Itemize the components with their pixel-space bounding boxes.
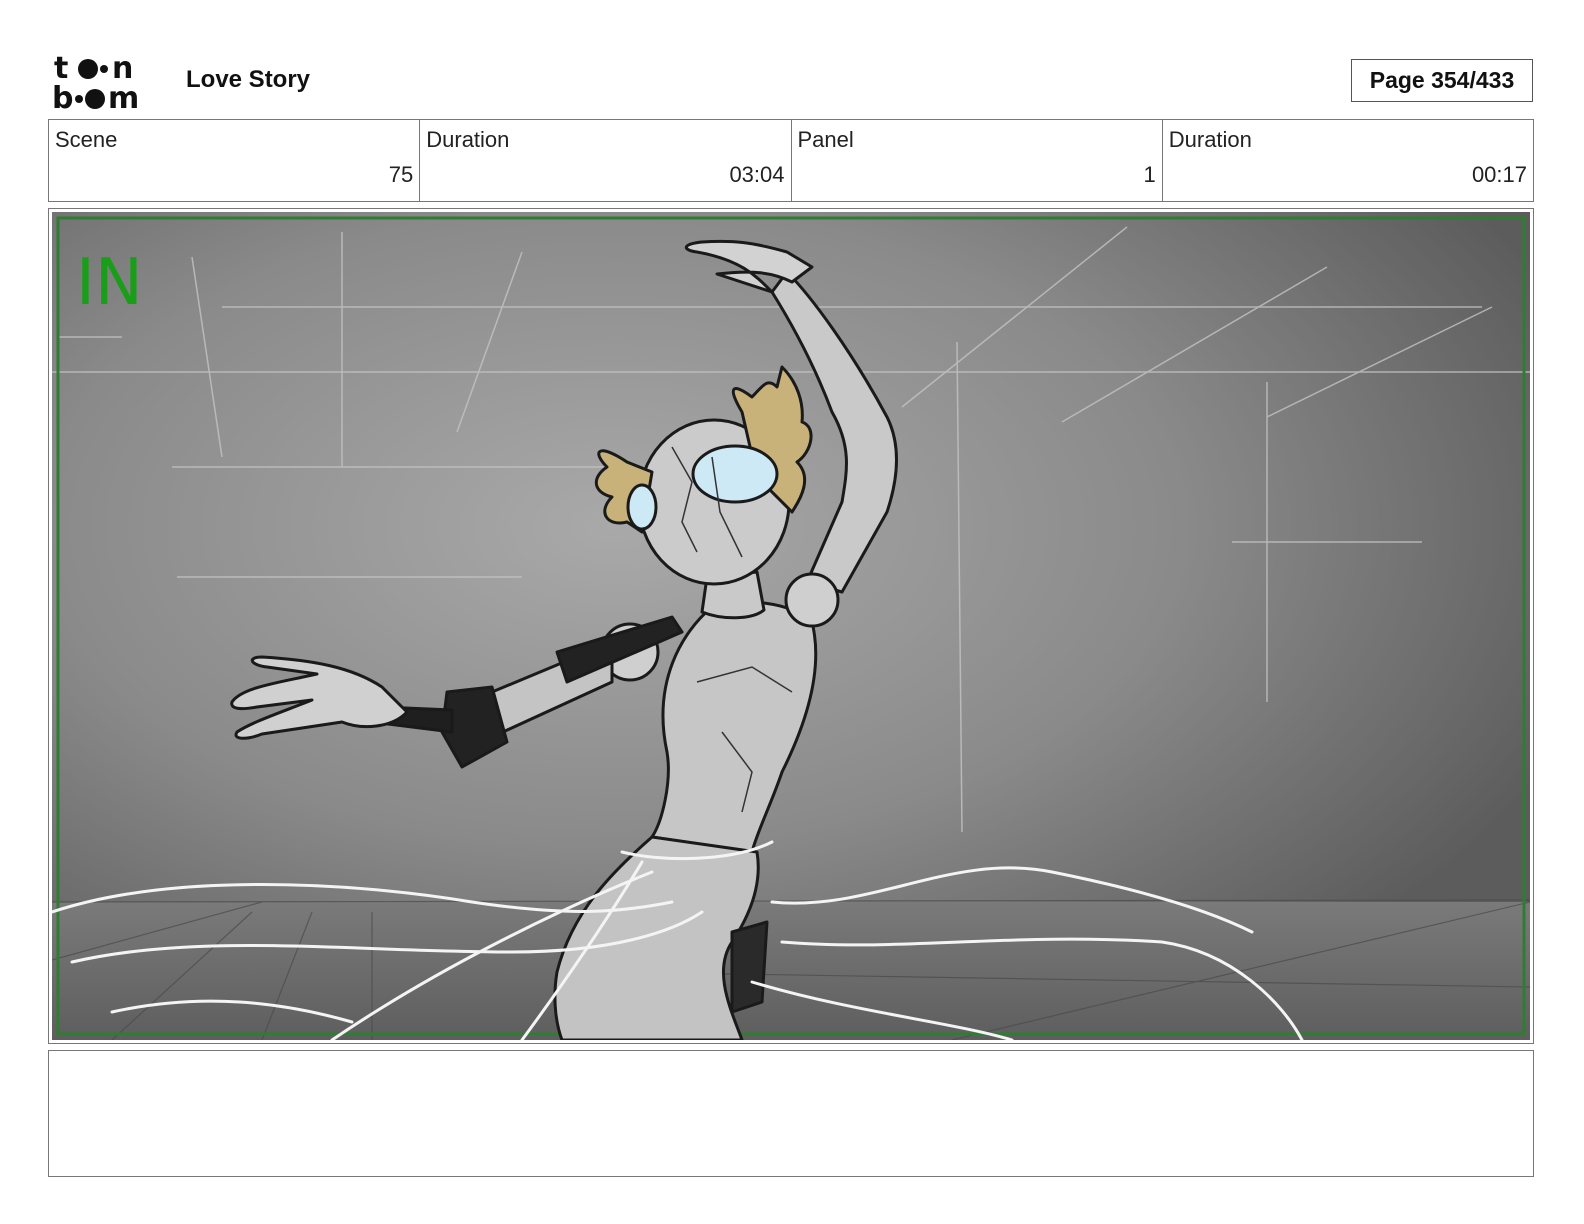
project-title: Love Story xyxy=(186,66,311,93)
panel-label: Panel xyxy=(797,127,854,152)
panel-value: 1 xyxy=(1143,162,1156,187)
toon-boom-logo: t n b m xyxy=(52,52,164,112)
caption-area xyxy=(48,1050,1534,1177)
scene-duration-value: 03:04 xyxy=(729,162,785,187)
svg-text:b: b xyxy=(52,81,73,112)
storyboard-panel: IN xyxy=(48,208,1534,1044)
panel-duration-value: 00:17 xyxy=(1471,162,1527,187)
stage-floor xyxy=(52,902,1530,1040)
scene-duration-cell: Duration 03:04 xyxy=(420,120,792,201)
panel-duration-label: Duration xyxy=(1168,127,1252,152)
scene-label: Scene xyxy=(55,127,118,152)
panel-cell: Panel 1 xyxy=(792,120,1163,201)
scene-cell: Scene 75 xyxy=(49,120,421,201)
scene-duration-label: Duration xyxy=(426,127,510,152)
scene-info-row: Scene 75 Duration 03:04 Panel 1 Duration… xyxy=(48,119,1534,202)
scene-value: 75 xyxy=(388,162,414,187)
panel-duration-cell: Duration 00:17 xyxy=(1163,120,1533,201)
page-number: Page 354/433 xyxy=(1351,59,1533,102)
panel-artwork: IN xyxy=(52,212,1530,1040)
svg-text:m: m xyxy=(108,81,139,112)
in-marker: IN xyxy=(76,246,143,320)
